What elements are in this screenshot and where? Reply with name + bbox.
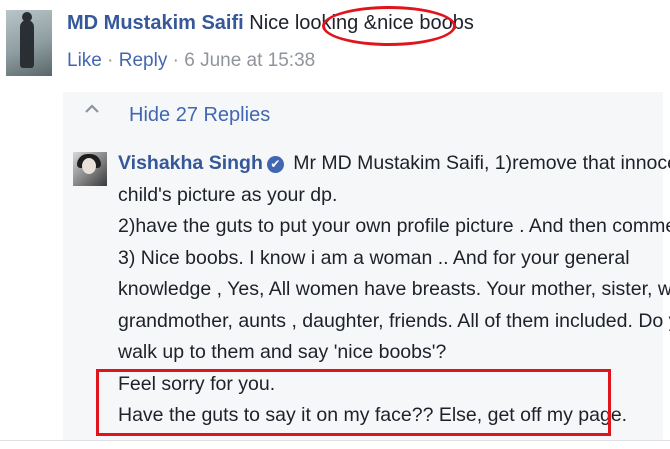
red-ellipse-annotation (322, 6, 456, 46)
separator: · (172, 50, 179, 71)
comment-thread: MD Mustakim Saifi Nice looking &nice boo… (0, 0, 670, 449)
reply-text-line: walk up to them and say 'nice boobs'? (118, 341, 447, 363)
reply-text-line: knowledge , Yes, All women have breasts.… (118, 278, 670, 300)
divider (0, 440, 670, 441)
reply-author-link[interactable]: Vishakha Singh (118, 152, 263, 174)
hide-replies-link[interactable]: Hide 27 Replies (129, 104, 270, 127)
comment-timestamp[interactable]: 6 June at 15:38 (184, 50, 315, 71)
like-button[interactable]: Like (67, 50, 102, 71)
avatar-figure (20, 20, 34, 68)
chevron-up-icon (85, 100, 99, 118)
reply-text-line: child's picture as your dp. (118, 183, 338, 206)
reply-line: Vishakha Singh ✔ Mr MD Mustakim Saifi, 1)… (118, 148, 670, 180)
avatar[interactable] (6, 10, 52, 76)
reply-text-line: 3) Nice boobs. I know i am a woman .. An… (118, 246, 630, 269)
separator: · (107, 50, 114, 71)
reply-text-line: 2)have the guts to put your own profile … (118, 215, 670, 237)
hide-replies-row[interactable]: Hide 27 Replies (63, 92, 663, 136)
avatar[interactable] (73, 152, 107, 186)
reply-button[interactable]: Reply (119, 50, 168, 71)
reply-text-line: grandmother, aunts , daughter, friends. … (118, 309, 670, 332)
comment-author-link[interactable]: MD Mustakim Saifi (67, 12, 244, 34)
reply-text-line: Mr MD Mustakim Saifi, 1)remove that inno… (293, 152, 670, 174)
comment-actions: Like · Reply · 6 June at 15:38 (67, 50, 315, 72)
avatar-face (82, 158, 96, 174)
red-box-annotation (96, 369, 611, 436)
verified-badge-icon: ✔ (266, 156, 284, 173)
